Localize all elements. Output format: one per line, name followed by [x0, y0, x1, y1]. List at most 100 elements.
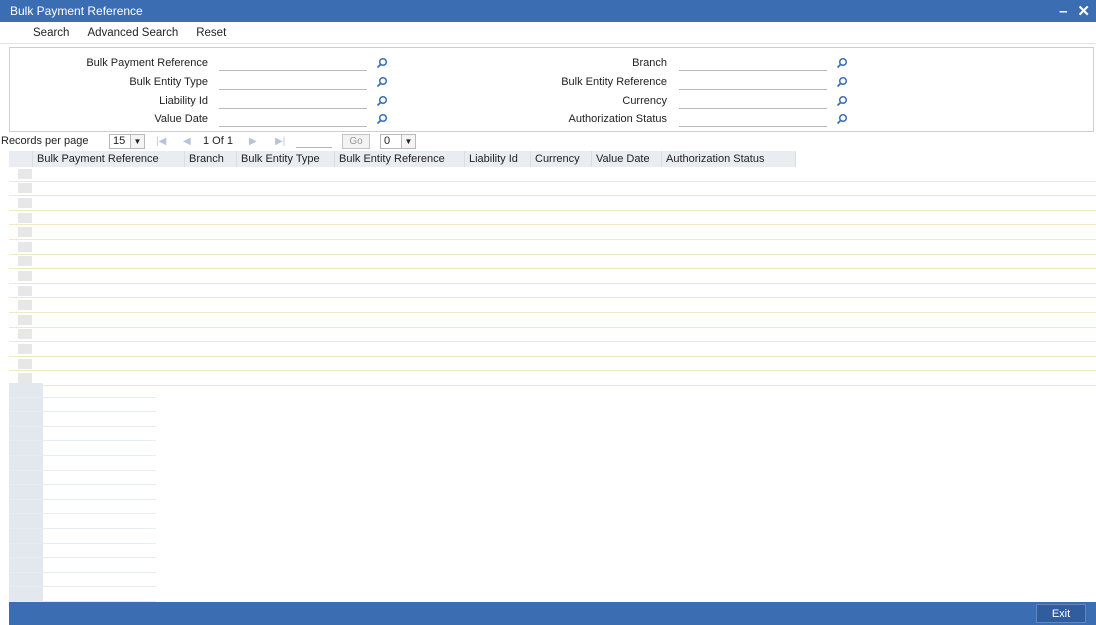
page-jump-select[interactable]: 0 ▼: [380, 133, 416, 149]
filler-cell: [9, 514, 43, 528]
table-row[interactable]: [9, 357, 1096, 372]
row-select-checkbox[interactable]: [18, 183, 32, 194]
column-header[interactable]: Branch: [185, 151, 237, 167]
row-select-checkbox[interactable]: [18, 314, 32, 325]
row-select-checkbox[interactable]: [18, 343, 32, 354]
table-row[interactable]: [9, 211, 1096, 226]
filler-row: [9, 572, 156, 588]
filler-cell: [9, 543, 43, 558]
exit-button[interactable]: Exit: [1036, 604, 1086, 623]
authorization-status-field[interactable]: [679, 111, 827, 127]
first-page-icon[interactable]: |◀: [156, 136, 166, 147]
row-select-checkbox[interactable]: [18, 227, 32, 238]
row-select-checkbox[interactable]: [18, 197, 32, 208]
table-row[interactable]: [9, 255, 1096, 270]
authorization-status-lookup-icon[interactable]: [836, 113, 848, 125]
row-select-checkbox[interactable]: [18, 241, 32, 252]
records-per-page-value: 15: [113, 135, 126, 147]
row-select-checkbox[interactable]: [18, 212, 32, 223]
page-number-input[interactable]: [296, 134, 332, 148]
filler-cell: [9, 499, 43, 514]
records-per-page-select[interactable]: 15 ▼: [109, 133, 145, 149]
table-row[interactable]: [9, 298, 1096, 313]
table-row[interactable]: [9, 328, 1096, 343]
filler-cell: [9, 470, 43, 485]
branch-field[interactable]: [679, 55, 827, 71]
filler-cell: [9, 412, 43, 426]
next-page-icon[interactable]: ▶: [249, 136, 257, 147]
page-info: 1 Of 1: [203, 135, 233, 147]
table-row[interactable]: [9, 284, 1096, 299]
currency-field[interactable]: [679, 93, 827, 109]
page-jump-value: 0: [384, 135, 391, 147]
authorization-status-label: Authorization Status: [568, 113, 667, 125]
filler-row: [9, 528, 156, 544]
criteria-row-authorization-status: Authorization Status: [10, 111, 1010, 127]
column-header[interactable]: Liability Id: [465, 151, 531, 167]
table-row[interactable]: [9, 240, 1096, 255]
close-icon[interactable]: ✕: [1077, 4, 1090, 19]
column-header[interactable]: Value Date: [592, 151, 662, 167]
chevron-down-icon: ▼: [401, 134, 415, 148]
table-row[interactable]: [9, 269, 1096, 284]
advanced-search-button[interactable]: Advanced Search: [84, 27, 181, 39]
previous-page-icon[interactable]: ◀: [183, 136, 191, 147]
table-row[interactable]: [9, 342, 1096, 357]
filler-row: [9, 383, 156, 398]
filler-row: [9, 455, 156, 471]
results-grid: Bulk Payment Reference Branch Bulk Entit…: [9, 151, 1096, 386]
filler-cell: [9, 383, 43, 397]
grid-body: [9, 167, 1096, 386]
window-title: Bulk Payment Reference: [10, 4, 143, 18]
table-row[interactable]: [9, 196, 1096, 211]
go-button[interactable]: Go: [342, 133, 370, 149]
column-header[interactable]: Authorization Status: [662, 151, 796, 167]
bulk-entity-reference-field[interactable]: [679, 74, 827, 90]
table-row[interactable]: [9, 182, 1096, 197]
filler-row: [9, 426, 156, 442]
chevron-down-icon: ▼: [130, 134, 144, 148]
select-all-column[interactable]: [9, 151, 33, 167]
filler-row: [9, 397, 156, 413]
search-criteria-panel: Bulk Payment Reference Bulk Entity Type …: [9, 47, 1094, 132]
filler-row: [9, 587, 156, 602]
search-button[interactable]: Search: [30, 27, 72, 39]
row-select-checkbox[interactable]: [18, 270, 32, 281]
column-header[interactable]: Bulk Entity Reference: [335, 151, 465, 167]
filler-row: [9, 441, 156, 456]
column-header[interactable]: Currency: [531, 151, 592, 167]
minimize-icon[interactable]: –: [1059, 4, 1067, 19]
filler-row: [9, 543, 156, 559]
filler-cell: [9, 558, 43, 572]
row-select-checkbox[interactable]: [18, 358, 32, 369]
row-select-checkbox[interactable]: [18, 285, 32, 296]
filler-row: [9, 514, 156, 529]
branch-lookup-icon[interactable]: [836, 57, 848, 69]
bulk-entity-reference-lookup-icon[interactable]: [836, 76, 848, 88]
criteria-row-currency: Currency: [10, 93, 1010, 109]
filler-cell: [9, 426, 43, 441]
table-row[interactable]: [9, 167, 1096, 182]
table-row[interactable]: [9, 313, 1096, 328]
bulk-entity-reference-label: Bulk Entity Reference: [561, 76, 667, 88]
table-row[interactable]: [9, 225, 1096, 240]
column-header[interactable]: Bulk Payment Reference: [33, 151, 185, 167]
last-page-icon[interactable]: ▶|: [275, 136, 285, 147]
row-select-checkbox[interactable]: [18, 373, 32, 384]
currency-lookup-icon[interactable]: [836, 95, 848, 107]
row-select-checkbox[interactable]: [18, 256, 32, 267]
records-per-page-label: Records per page: [1, 135, 89, 147]
reset-button[interactable]: Reset: [193, 27, 229, 39]
column-header[interactable]: Bulk Entity Type: [237, 151, 335, 167]
window-titlebar: Bulk Payment Reference – ✕: [0, 0, 1096, 22]
table-row[interactable]: [9, 371, 1096, 386]
row-select-checkbox[interactable]: [18, 300, 32, 311]
filler-cell: [9, 528, 43, 543]
currency-label: Currency: [622, 95, 667, 107]
row-select-checkbox[interactable]: [18, 168, 32, 179]
row-select-checkbox[interactable]: [18, 329, 32, 340]
filler-row: [9, 485, 156, 500]
window-controls: – ✕: [1059, 4, 1090, 19]
filler-row: [9, 558, 156, 573]
filler-cell: [9, 441, 43, 455]
